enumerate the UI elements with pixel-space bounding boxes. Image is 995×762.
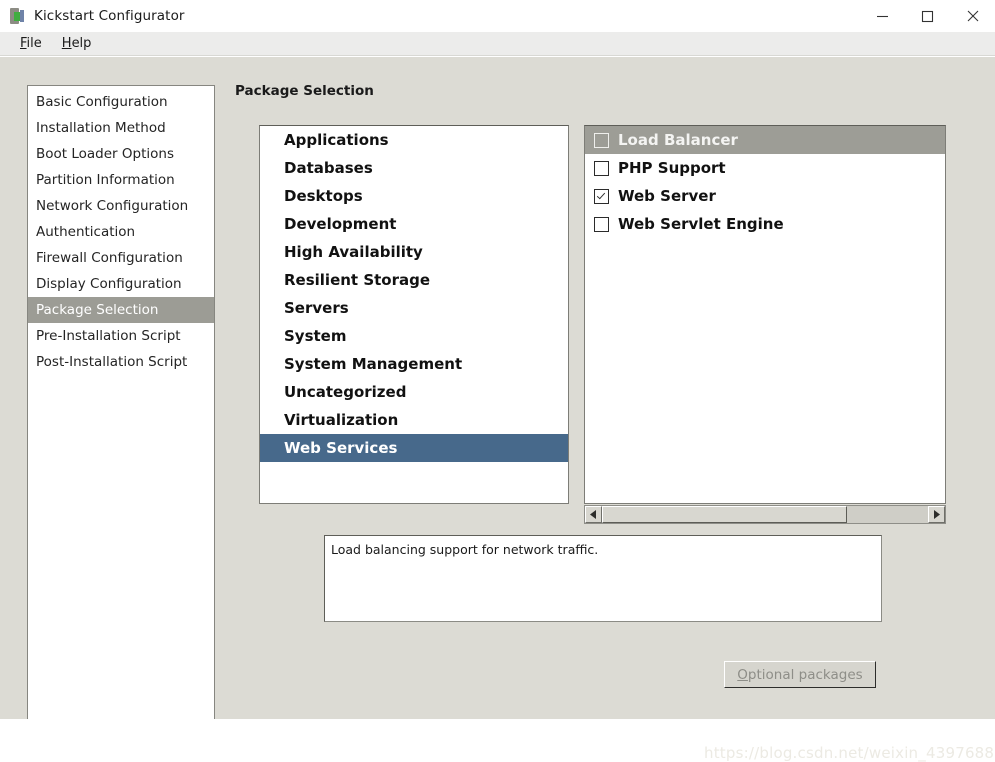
window-title: Kickstart Configurator	[34, 8, 185, 24]
sidebar-item-basic-configuration[interactable]: Basic Configuration	[28, 89, 214, 115]
hscrollbar-track[interactable]	[602, 506, 928, 523]
scroll-right-arrow-icon[interactable]	[928, 506, 945, 523]
close-icon[interactable]	[950, 0, 995, 32]
optional-packages-mnemonic: O	[737, 666, 748, 683]
menu-file[interactable]: File	[10, 33, 52, 55]
package-label-web-servlet-engine: Web Servlet Engine	[618, 215, 784, 233]
package-description-box: Load balancing support for network traff…	[324, 535, 882, 622]
category-item-web-services[interactable]: Web Services	[260, 434, 568, 462]
title-bar: Kickstart Configurator	[0, 0, 995, 32]
package-group-list[interactable]: Applications Databases Desktops Developm…	[259, 125, 569, 504]
minimize-icon[interactable]	[860, 0, 905, 32]
checkbox-php-support[interactable]	[594, 160, 609, 176]
optional-packages-button[interactable]: Optional packages	[724, 661, 876, 688]
menu-bar: File Help	[0, 32, 995, 56]
check-icon	[597, 192, 606, 201]
maximize-icon[interactable]	[905, 0, 950, 32]
category-item-servers[interactable]: Servers	[260, 294, 568, 322]
scroll-left-arrow-icon[interactable]	[585, 506, 602, 523]
checkbox-web-server[interactable]	[594, 188, 609, 204]
sidebar-item-network-configuration[interactable]: Network Configuration	[28, 193, 214, 219]
sidebar-item-authentication[interactable]: Authentication	[28, 219, 214, 245]
package-description-text: Load balancing support for network traff…	[331, 542, 599, 557]
sidebar-item-partition-information[interactable]: Partition Information	[28, 167, 214, 193]
category-item-virtualization[interactable]: Virtualization	[260, 406, 568, 434]
sidebar-item-post-installation-script[interactable]: Post-Installation Script	[28, 349, 214, 375]
sidebar-item-display-configuration[interactable]: Display Configuration	[28, 271, 214, 297]
package-list-hscrollbar[interactable]	[584, 505, 946, 524]
menu-file-rest: ile	[26, 35, 42, 51]
package-label-load-balancer: Load Balancer	[618, 131, 738, 149]
sidebar: Basic Configuration Installation Method …	[27, 85, 215, 719]
page-title: Package Selection	[235, 83, 374, 99]
category-item-applications[interactable]: Applications	[260, 126, 568, 154]
category-item-high-availability[interactable]: High Availability	[260, 238, 568, 266]
package-item-php-support[interactable]: PHP Support	[585, 154, 945, 182]
sidebar-item-firewall-configuration[interactable]: Firewall Configuration	[28, 245, 214, 271]
menu-help[interactable]: Help	[52, 33, 102, 55]
category-item-system-management[interactable]: System Management	[260, 350, 568, 378]
category-item-desktops[interactable]: Desktops	[260, 182, 568, 210]
checkbox-load-balancer[interactable]	[594, 132, 609, 148]
menu-help-mnemonic: H	[61, 35, 72, 51]
optional-packages-label: ptional packages	[747, 666, 863, 683]
window-body: Basic Configuration Installation Method …	[0, 57, 995, 762]
sidebar-item-pre-installation-script[interactable]: Pre-Installation Script	[28, 323, 214, 349]
sidebar-item-boot-loader-options[interactable]: Boot Loader Options	[28, 141, 214, 167]
app-icon	[8, 7, 26, 25]
package-item-web-servlet-engine[interactable]: Web Servlet Engine	[585, 210, 945, 238]
category-item-resilient-storage[interactable]: Resilient Storage	[260, 266, 568, 294]
window-controls	[860, 0, 995, 32]
checkbox-web-servlet-engine[interactable]	[594, 216, 609, 232]
hscrollbar-thumb[interactable]	[602, 506, 847, 523]
sidebar-item-installation-method[interactable]: Installation Method	[28, 115, 214, 141]
menu-help-rest: elp	[71, 35, 92, 51]
category-item-databases[interactable]: Databases	[260, 154, 568, 182]
package-label-php-support: PHP Support	[618, 159, 726, 177]
category-item-uncategorized[interactable]: Uncategorized	[260, 378, 568, 406]
sidebar-list: Basic Configuration Installation Method …	[28, 86, 214, 375]
category-item-system[interactable]: System	[260, 322, 568, 350]
main-panel: Package Selection Applications Databases…	[225, 57, 995, 719]
package-item-load-balancer[interactable]: Load Balancer	[585, 126, 945, 154]
sidebar-item-package-selection[interactable]: Package Selection	[28, 297, 214, 323]
category-item-development[interactable]: Development	[260, 210, 568, 238]
package-list[interactable]: Load Balancer PHP Support Web Server Web…	[584, 125, 946, 504]
package-item-web-server[interactable]: Web Server	[585, 182, 945, 210]
watermark-text: https://blog.csdn.net/weixin_43976886	[704, 744, 995, 762]
package-label-web-server: Web Server	[618, 187, 716, 205]
